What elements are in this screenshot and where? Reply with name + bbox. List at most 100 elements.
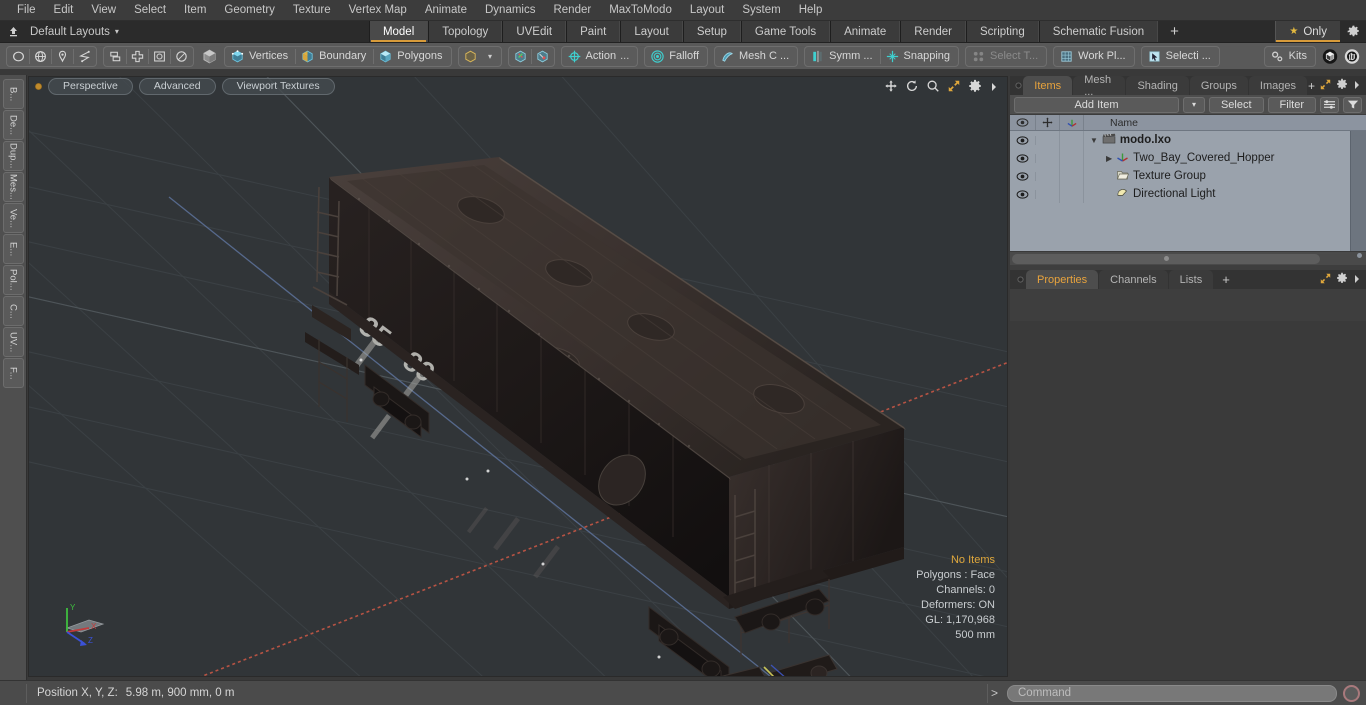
funnel-icon[interactable] [1343,96,1362,113]
item-row-scene[interactable]: ▼ modo.lxo [1084,133,1366,147]
gear-icon[interactable] [1340,21,1366,42]
add-tab-button[interactable]: + [1308,79,1315,93]
kits-button[interactable]: Kits [1266,47,1314,66]
tab-schematic-fusion[interactable]: Schematic Fusion [1038,21,1159,42]
snap-cube-b-icon[interactable] [532,47,553,66]
left-tab-2[interactable]: Dup... [2,141,24,171]
modo-cube-icon[interactable] [1319,47,1341,66]
work-plane-button[interactable]: Work Pl... [1055,47,1132,66]
gear-icon[interactable] [1336,77,1348,95]
item-row-mesh[interactable]: ▶ Two_Bay_Covered_Hopper [1084,151,1366,166]
left-tab-7[interactable]: C... [2,296,24,326]
left-tab-8[interactable]: UV... [2,327,24,357]
falloff-button[interactable]: Falloff [646,47,706,66]
menu-item-help[interactable]: Help [790,1,832,19]
viewport-textures-toggle[interactable]: Viewport Textures [221,78,335,95]
home-arrow-icon[interactable] [0,21,26,42]
perspective-viewport[interactable]: 35 89 [28,76,1008,677]
menu-item-dynamics[interactable]: Dynamics [476,1,544,19]
tab-items[interactable]: Items [1023,76,1073,95]
table-row[interactable]: ▶ Two_Bay_Covered_Hopper [1010,149,1366,167]
items-vertical-scrollbar[interactable] [1350,131,1366,258]
expand-icon[interactable] [1320,77,1331,95]
curve-icon[interactable] [74,47,95,66]
menu-item-layout[interactable]: Layout [681,1,734,19]
filter-button[interactable]: Filter [1267,96,1316,113]
default-layouts-dropdown[interactable]: Default Layouts ▾ [26,21,129,42]
tab-layout[interactable]: Layout [620,21,683,42]
select-through-button[interactable]: Select T... [967,47,1045,66]
tab-model[interactable]: Model [368,21,429,42]
menu-item-system[interactable]: System [733,1,789,19]
tab-game-tools[interactable]: Game Tools [740,21,831,42]
list-options-icon[interactable] [1320,96,1339,113]
row-visibility-eye-icon[interactable] [1010,189,1036,199]
row-visibility-eye-icon[interactable] [1010,153,1036,163]
add-layout-tab-button[interactable]: + [1158,21,1191,42]
left-tab-1[interactable]: De... [2,110,24,140]
tab-images[interactable]: Images [1248,76,1307,95]
table-row[interactable]: ▼ modo.lxo [1010,131,1366,149]
left-tab-6[interactable]: Pol... [2,265,24,295]
menu-item-vertex-map[interactable]: Vertex Map [340,1,416,19]
tab-paint[interactable]: Paint [566,21,621,42]
left-tab-0[interactable]: B... [2,79,24,109]
menu-item-file[interactable]: File [8,1,45,19]
column-lock-move-icon[interactable] [1036,115,1060,130]
left-tab-3[interactable]: Mes... [2,172,24,202]
stack-icon[interactable] [105,47,126,66]
gear-icon[interactable] [1336,271,1348,289]
items-horizontal-scrollbar[interactable] [1010,251,1366,265]
menu-item-animate[interactable]: Animate [416,1,476,19]
menu-item-select[interactable]: Select [125,1,175,19]
snap-cube-a-icon[interactable] [510,47,531,66]
tab-uvedit[interactable]: UVEdit [502,21,567,42]
item-row-directional-light[interactable]: Directional Light [1084,187,1366,202]
select-mode-vertices[interactable]: Vertices [226,47,295,66]
items-list[interactable]: ▼ modo.lxo ▶ Two_Bay_Covered_Hopper Text… [1010,131,1366,258]
add-item-dropdown[interactable]: ▾ [1182,96,1205,113]
circle-icon[interactable] [8,47,29,66]
tab-topology[interactable]: Topology [428,21,503,42]
table-row[interactable]: Directional Light [1010,185,1366,203]
pen-icon[interactable] [52,47,73,66]
menu-item-view[interactable]: View [82,1,125,19]
select-mode-boundary[interactable]: Boundary [296,47,373,66]
chevron-right-icon[interactable] [989,80,999,98]
add-properties-tab-button[interactable]: + [1214,270,1238,289]
tab-animate[interactable]: Animate [830,21,901,42]
gear-icon[interactable] [968,79,982,98]
expand-icon[interactable] [1320,271,1331,289]
left-tab-5[interactable]: E... [2,234,24,264]
menu-item-render[interactable]: Render [544,1,600,19]
command-input[interactable]: Command [1007,684,1337,702]
left-tab-4[interactable]: Ve... [2,203,24,233]
align-icon[interactable] [127,47,148,66]
mesh-constraint-button[interactable]: Mesh C ... [716,47,796,66]
select-button[interactable]: Select [1208,96,1264,113]
expander-icon[interactable]: ▼ [1090,136,1098,145]
item-cube-icon[interactable] [460,47,481,66]
item-mode-chevron-down-icon[interactable]: ▾ [481,47,500,66]
item-row-texture-group[interactable]: Texture Group [1084,169,1366,184]
menu-item-item[interactable]: Item [175,1,215,19]
scrollbar-grip[interactable] [1357,253,1362,258]
tab-properties[interactable]: Properties [1026,270,1099,289]
viewport-view-mode[interactable]: Perspective [48,78,133,95]
tab-render[interactable]: Render [900,21,966,42]
expander-icon[interactable]: ▶ [1106,154,1112,163]
selection-set-button[interactable]: Selecti ... [1143,47,1218,66]
cube-solid-icon[interactable] [197,47,221,66]
chevron-right-icon[interactable] [1353,271,1361,289]
table-row[interactable]: Texture Group [1010,167,1366,185]
menu-item-maxtomodo[interactable]: MaxToModo [600,1,681,19]
record-icon[interactable] [1343,684,1360,702]
symmetry-button[interactable]: Symm ... [806,47,879,66]
items-hscroll-thumb[interactable] [1012,253,1320,264]
tab-groups[interactable]: Groups [1189,76,1248,95]
unreal-engine-icon[interactable] [1341,47,1363,66]
row-visibility-eye-icon[interactable] [1010,171,1036,181]
column-name-header[interactable]: Name [1084,115,1350,130]
zoom-icon[interactable] [926,79,940,98]
tab-mesh[interactable]: Mesh ... [1073,74,1126,98]
